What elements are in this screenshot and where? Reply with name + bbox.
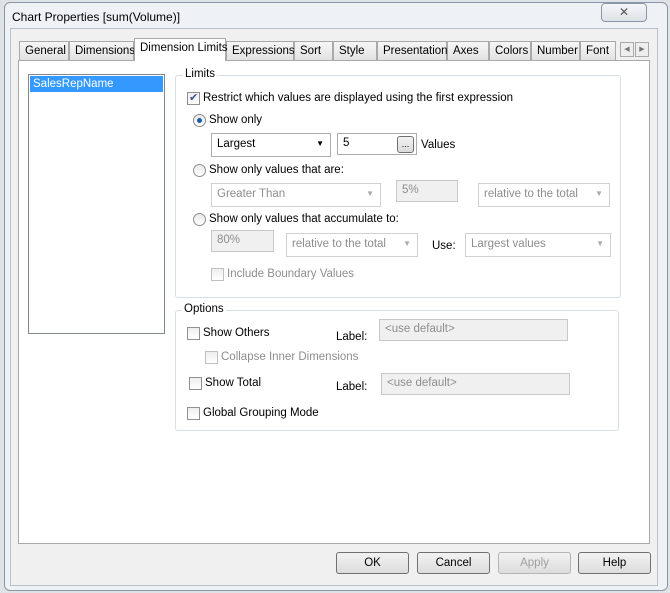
expression-ellipsis-button[interactable]: ... xyxy=(397,136,414,153)
boundary-label: Include Boundary Values xyxy=(227,268,355,280)
select-value: Largest xyxy=(217,138,256,150)
accumulate-relative-select[interactable]: relative to the total ▼ xyxy=(286,233,418,257)
options-group-label: Options xyxy=(182,303,226,315)
comparison-select[interactable]: Greater Than ▼ xyxy=(211,183,381,207)
ok-button[interactable]: OK xyxy=(336,552,409,574)
input-value: 5 xyxy=(343,137,350,149)
input-placeholder: <use default> xyxy=(385,323,455,335)
global-grouping-label: Global Grouping Mode xyxy=(203,407,319,419)
help-button[interactable]: Help xyxy=(578,552,651,574)
restrict-checkbox[interactable] xyxy=(187,91,200,105)
chevron-down-icon: ▼ xyxy=(595,189,603,198)
tab-style[interactable]: Style xyxy=(333,41,377,60)
chevron-down-icon: ▼ xyxy=(316,139,324,148)
comparison-relative-select[interactable]: relative to the total ▼ xyxy=(478,183,610,207)
use-label: Use: xyxy=(432,240,456,252)
cancel-button[interactable]: Cancel xyxy=(417,552,490,574)
tab-number[interactable]: Number xyxy=(531,41,580,60)
tab-colors[interactable]: Colors xyxy=(489,41,531,60)
tab-scroll-left-button[interactable]: ◀ xyxy=(620,42,634,57)
show-others-checkbox[interactable] xyxy=(187,327,200,340)
input-placeholder: <use default> xyxy=(387,377,457,389)
show-total-label: Show Total xyxy=(205,377,262,389)
close-icon: ✕ xyxy=(618,5,630,19)
input-value: 80% xyxy=(217,234,241,246)
show-only-radio[interactable] xyxy=(193,114,206,127)
accumulate-value-input[interactable]: 80% xyxy=(211,230,274,252)
accumulate-radio[interactable] xyxy=(193,213,206,226)
tab-dimensions[interactable]: Dimensions xyxy=(69,41,135,60)
boundary-checkbox[interactable] xyxy=(211,268,224,281)
others-label-caption: Label: xyxy=(336,331,368,343)
select-value: Greater Than xyxy=(217,188,286,200)
tab-font[interactable]: Font xyxy=(580,41,616,60)
apply-button[interactable]: Apply xyxy=(498,552,571,574)
list-item[interactable]: SalesRepName xyxy=(30,76,163,92)
show-only-mode-select[interactable]: Largest ▼ xyxy=(211,133,331,157)
accumulate-label: Show only values that accumulate to: xyxy=(209,213,399,225)
restrict-label: Restrict which values are displayed usin… xyxy=(203,92,514,104)
chevron-down-icon: ▼ xyxy=(403,239,411,248)
window-title: Chart Properties [sum(Volume)] xyxy=(12,10,181,24)
tab-expressions[interactable]: Expressions xyxy=(226,41,295,60)
show-only-label: Show only xyxy=(209,114,263,126)
input-value: 5% xyxy=(402,184,419,196)
values-that-are-radio[interactable] xyxy=(193,164,206,177)
collapse-label: Collapse Inner Dimensions xyxy=(221,351,359,363)
chevron-down-icon: ▼ xyxy=(366,189,374,198)
limits-group-label: Limits xyxy=(183,68,218,80)
dimension-list[interactable]: SalesRepName xyxy=(28,74,165,334)
tab-dimension-limits[interactable]: Dimension Limits xyxy=(134,38,228,61)
show-others-label: Show Others xyxy=(203,327,270,339)
show-total-checkbox[interactable] xyxy=(189,377,202,390)
values-that-are-label: Show only values that are: xyxy=(209,164,344,176)
select-value: relative to the total xyxy=(292,238,386,250)
chevron-down-icon: ▼ xyxy=(596,239,604,248)
use-select[interactable]: Largest values ▼ xyxy=(465,233,611,257)
values-label: Values xyxy=(421,139,456,151)
tab-general[interactable]: General xyxy=(19,41,69,60)
tab-presentation[interactable]: Presentation xyxy=(377,41,448,60)
comparison-value-input[interactable]: 5% xyxy=(396,180,458,202)
global-grouping-checkbox[interactable] xyxy=(187,407,200,420)
tab-sort[interactable]: Sort xyxy=(294,41,333,60)
select-value: Largest values xyxy=(471,238,546,250)
others-label-input[interactable]: <use default> xyxy=(379,319,568,341)
tab-scroll-right-button[interactable]: ▶ xyxy=(635,42,649,57)
total-label-caption: Label: xyxy=(336,381,368,393)
collapse-checkbox[interactable] xyxy=(205,351,218,364)
select-value: relative to the total xyxy=(484,188,578,200)
tab-axes[interactable]: Axes xyxy=(447,41,489,60)
close-button[interactable]: ✕ xyxy=(601,3,647,22)
total-label-input[interactable]: <use default> xyxy=(381,373,570,395)
